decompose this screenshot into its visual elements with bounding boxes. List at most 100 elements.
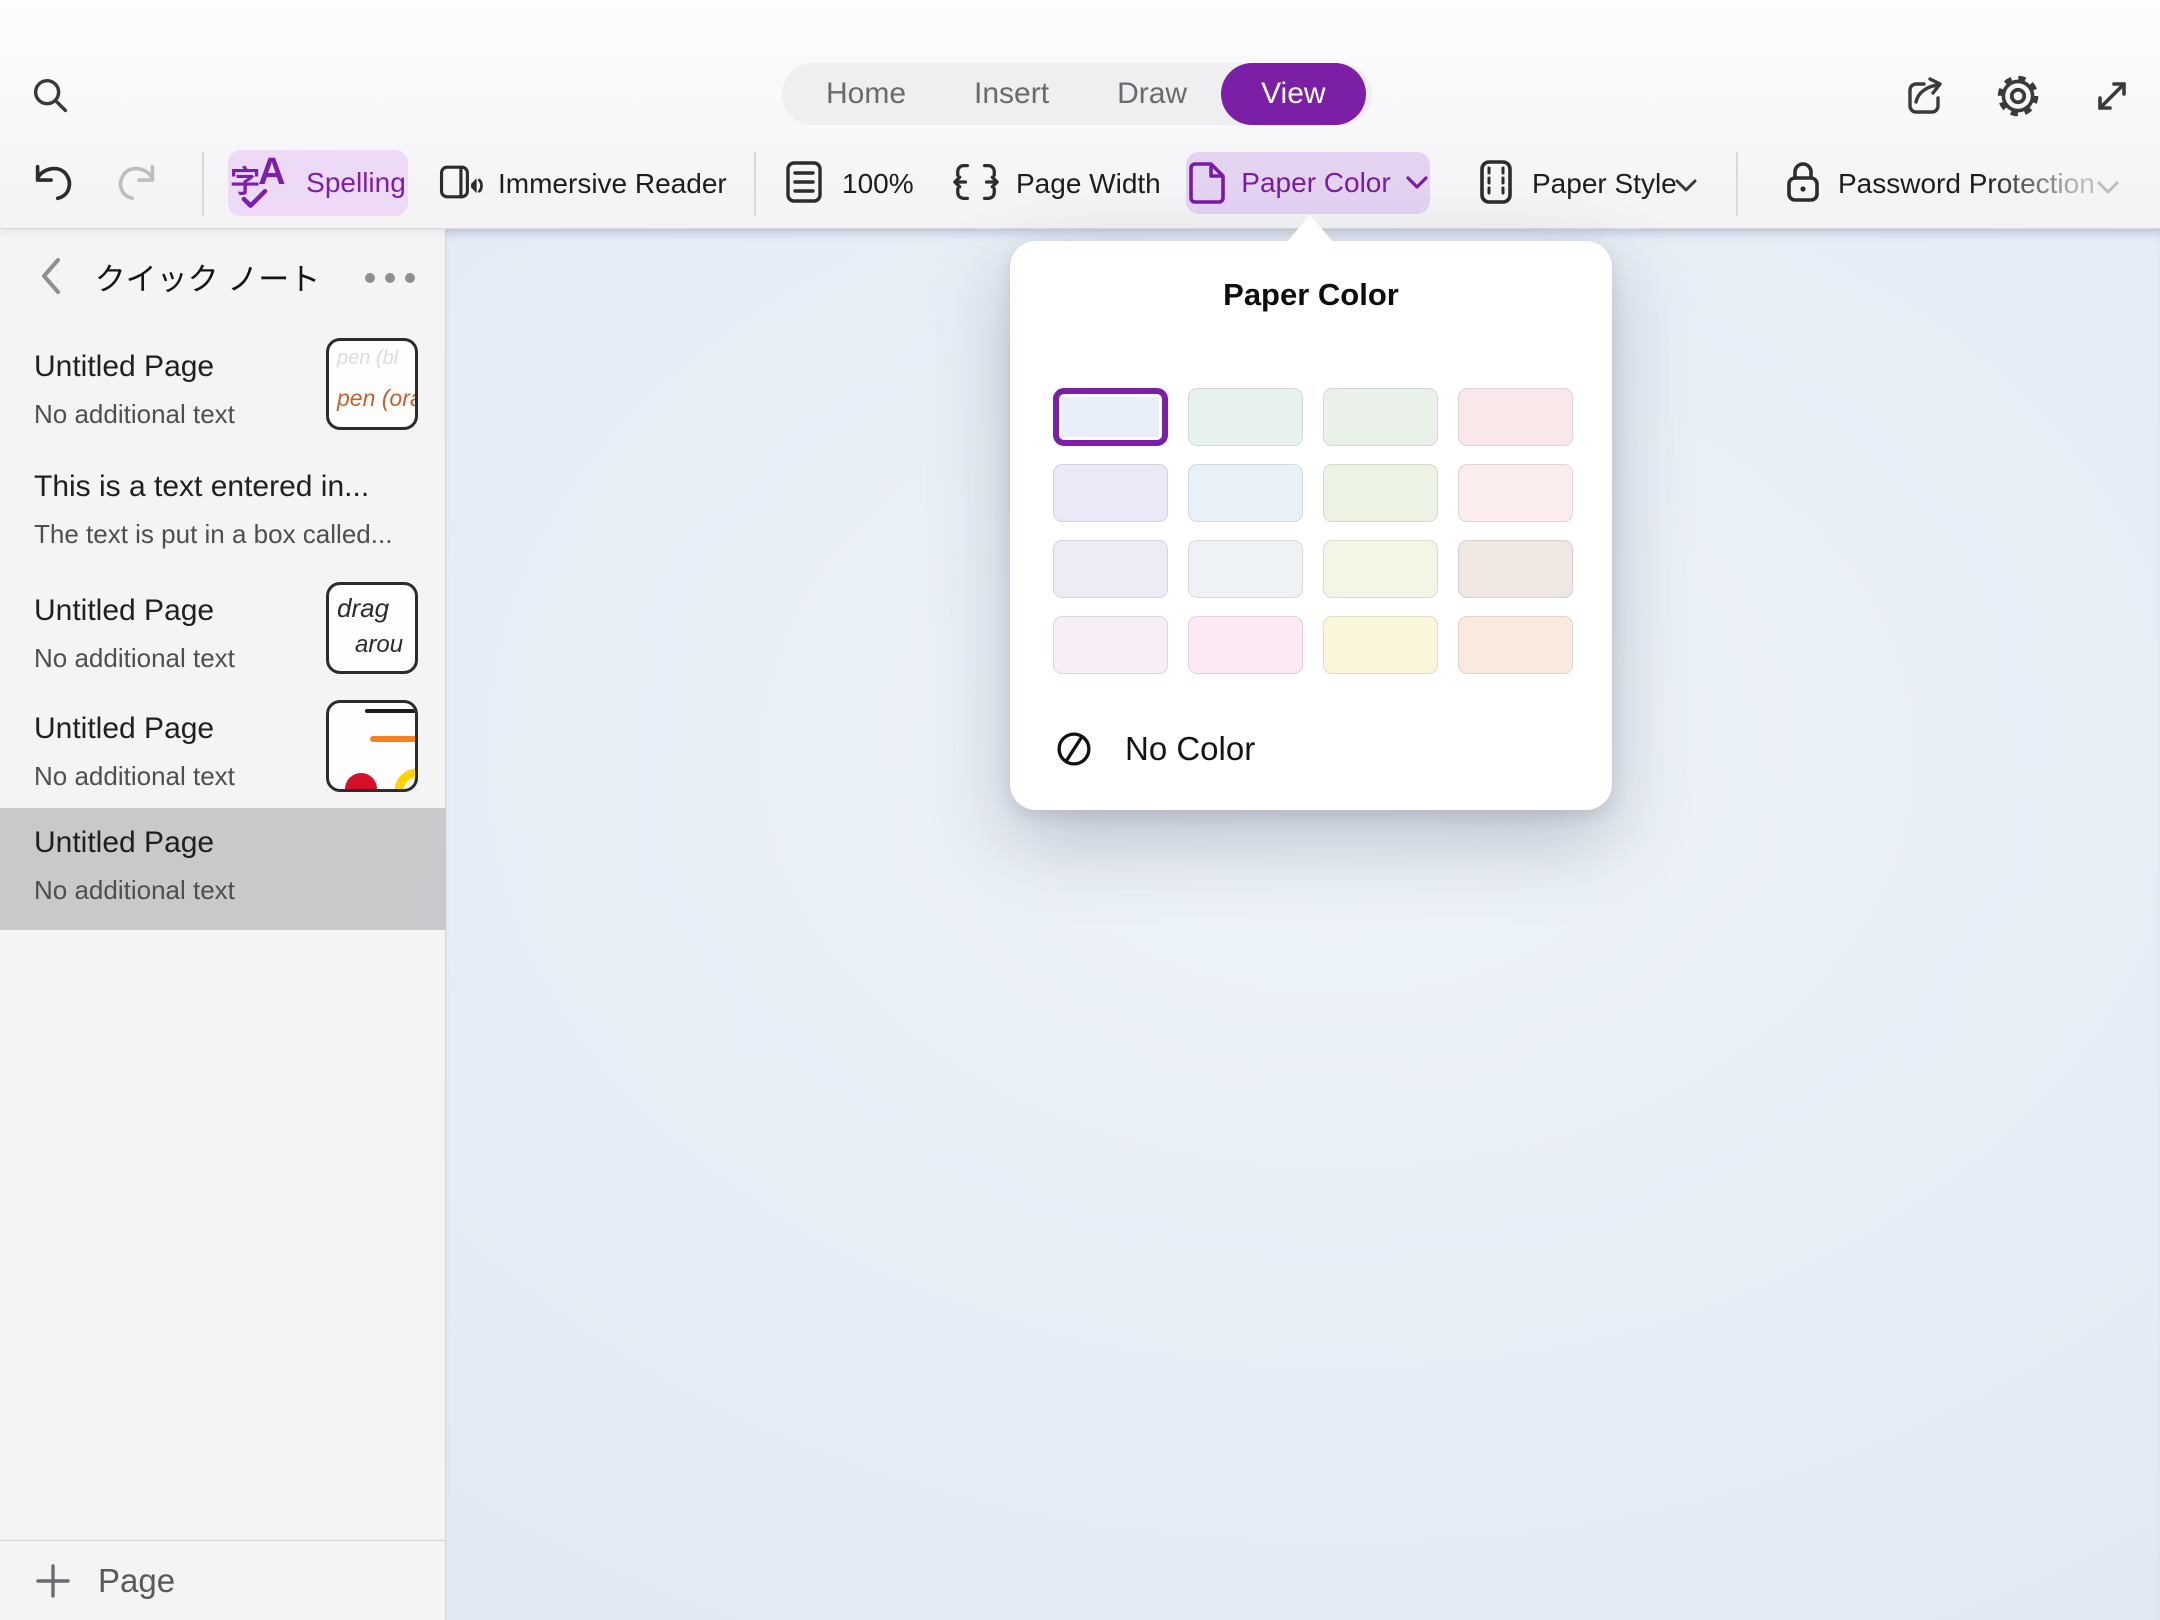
toolbar-divider	[202, 152, 204, 216]
page-title: Untitled Page	[34, 346, 324, 388]
page-list: Untitled PageNo additional textpen (blpe…	[0, 324, 446, 930]
chevron-down-icon	[2096, 180, 2120, 196]
toolbar-divider	[754, 152, 756, 216]
paper-color-swatch[interactable]	[1323, 388, 1438, 446]
share-button[interactable]	[1900, 70, 1952, 122]
immersive-reader-label[interactable]: Immersive Reader	[498, 168, 727, 200]
immersive-reader-button[interactable]	[436, 158, 484, 206]
onenote-window: HomeInsertDrawView	[0, 0, 2160, 1620]
paper-color-swatch[interactable]	[1458, 388, 1573, 446]
paper-color-swatch[interactable]	[1458, 464, 1573, 522]
back-button[interactable]	[28, 252, 72, 300]
toolbar-divider	[1736, 152, 1738, 216]
paper-color-swatch[interactable]	[1053, 540, 1168, 598]
page-width-button[interactable]	[952, 158, 1000, 206]
paper-color-swatch[interactable]	[1323, 540, 1438, 598]
plus-icon	[34, 1562, 72, 1600]
paper-color-swatch[interactable]	[1458, 616, 1573, 674]
paper-color-swatch[interactable]	[1323, 616, 1438, 674]
redo-button[interactable]	[114, 158, 162, 206]
page-title: This is a text entered in...	[34, 466, 418, 508]
undo-icon	[29, 159, 75, 205]
paper-color-swatch[interactable]	[1188, 616, 1303, 674]
paper-color-swatch[interactable]	[1188, 540, 1303, 598]
popover-title: Paper Color	[1010, 277, 1612, 313]
no-color-label: No Color	[1125, 730, 1255, 768]
page-subtitle: No additional text	[34, 872, 418, 908]
chevron-down-icon	[1674, 178, 1698, 194]
lock-icon	[1782, 158, 1824, 206]
thumbnail-ink-text: drag	[337, 593, 389, 624]
paper-color-swatch-grid	[1053, 388, 1573, 674]
page-list-item[interactable]: Untitled PageNo additional textdragarou	[0, 576, 446, 694]
ellipsis-icon	[364, 272, 416, 284]
notebook-title: クイック ノート	[70, 254, 345, 299]
page-thumbnail: pen (bl pen (ora	[326, 338, 418, 430]
paper-color-swatch[interactable]	[1188, 388, 1303, 446]
redo-icon	[115, 159, 161, 205]
popover-arrow	[1286, 215, 1334, 243]
expand-icon	[2088, 72, 2136, 120]
paper-color-swatch[interactable]	[1053, 616, 1168, 674]
paper-style-icon	[1477, 158, 1515, 206]
page-thumbnail	[326, 700, 418, 792]
paper-style-label[interactable]: Paper Style	[1532, 168, 1677, 200]
settings-button[interactable]	[1992, 70, 2044, 122]
tab-home[interactable]: Home	[792, 63, 940, 125]
page-list-item[interactable]: Untitled PageNo additional text	[0, 694, 446, 808]
paper-color-icon	[1187, 160, 1227, 206]
page-list-item-selected[interactable]: Untitled Page No additional text	[0, 808, 446, 930]
page-thumbnail: drag arou	[326, 582, 418, 674]
page-width-icon	[952, 159, 1000, 205]
thumbnail-ink-text: pen (ora	[337, 385, 418, 412]
add-page-label: Page	[98, 1562, 175, 1600]
zoom-document-icon	[784, 159, 824, 205]
no-color-option[interactable]: No Color	[1053, 719, 1255, 779]
thumbnail-ink-text: pen (bl	[337, 347, 398, 370]
sidebar-header: クイック ノート	[0, 228, 445, 324]
fullscreen-button[interactable]	[2086, 70, 2138, 122]
paper-style-button[interactable]	[1474, 158, 1518, 206]
paper-color-swatch[interactable]	[1188, 464, 1303, 522]
spelling-icon: 字A	[230, 155, 294, 211]
thumbnail-ink-text: arou	[355, 631, 403, 659]
zoom-level-label[interactable]: 100%	[842, 168, 914, 200]
top-chrome: HomeInsertDrawView	[0, 0, 2160, 229]
page-list-item[interactable]: This is a text entered in... The text is …	[0, 452, 446, 572]
paper-color-swatch[interactable]	[1323, 464, 1438, 522]
ribbon-tab-bar: HomeInsertDrawView	[782, 63, 1372, 125]
page-subtitle: The text is put in a box called...	[34, 516, 418, 552]
paper-color-button[interactable]: Paper Color	[1186, 152, 1430, 214]
search-button[interactable]	[24, 70, 76, 122]
settings-gear-icon	[1993, 71, 2043, 121]
password-protection-label[interactable]: Password Protection	[1838, 168, 2095, 200]
page-title: Untitled Page	[34, 708, 324, 750]
immersive-reader-icon	[436, 158, 484, 206]
paper-color-swatch[interactable]	[1053, 464, 1168, 522]
tab-view[interactable]: View	[1221, 63, 1365, 125]
page-list-item[interactable]: Untitled PageNo additional textpen (blpe…	[0, 332, 446, 450]
page-width-label[interactable]: Page Width	[1016, 168, 1161, 200]
zoom-level-button[interactable]	[782, 158, 826, 206]
undo-button[interactable]	[28, 158, 76, 206]
no-color-slash-icon	[1053, 728, 1095, 770]
notebook-menu-button[interactable]	[360, 254, 420, 302]
paper-color-popover: Paper Color No Color	[1010, 241, 1612, 810]
page-sidebar: クイック ノート Untitled PageNo additional text…	[0, 228, 446, 1620]
search-icon	[27, 73, 73, 119]
paper-color-swatch[interactable]	[1458, 540, 1573, 598]
share-icon	[1902, 72, 1950, 120]
page-title: Untitled Page	[34, 822, 418, 864]
add-page-button[interactable]: Page	[0, 1540, 446, 1620]
password-protection-button[interactable]	[1780, 158, 1826, 206]
paper-color-swatch-selected[interactable]	[1053, 388, 1168, 446]
page-title: Untitled Page	[34, 590, 324, 632]
tab-draw[interactable]: Draw	[1083, 63, 1221, 125]
chevron-down-icon	[1405, 175, 1429, 191]
paper-color-label: Paper Color	[1241, 167, 1390, 199]
spelling-button[interactable]: 字A Spelling	[228, 150, 408, 216]
tab-insert[interactable]: Insert	[940, 63, 1083, 125]
thumbnail-ink-drawing	[329, 703, 415, 789]
chevron-left-icon	[36, 254, 64, 298]
spelling-label: Spelling	[306, 167, 406, 199]
